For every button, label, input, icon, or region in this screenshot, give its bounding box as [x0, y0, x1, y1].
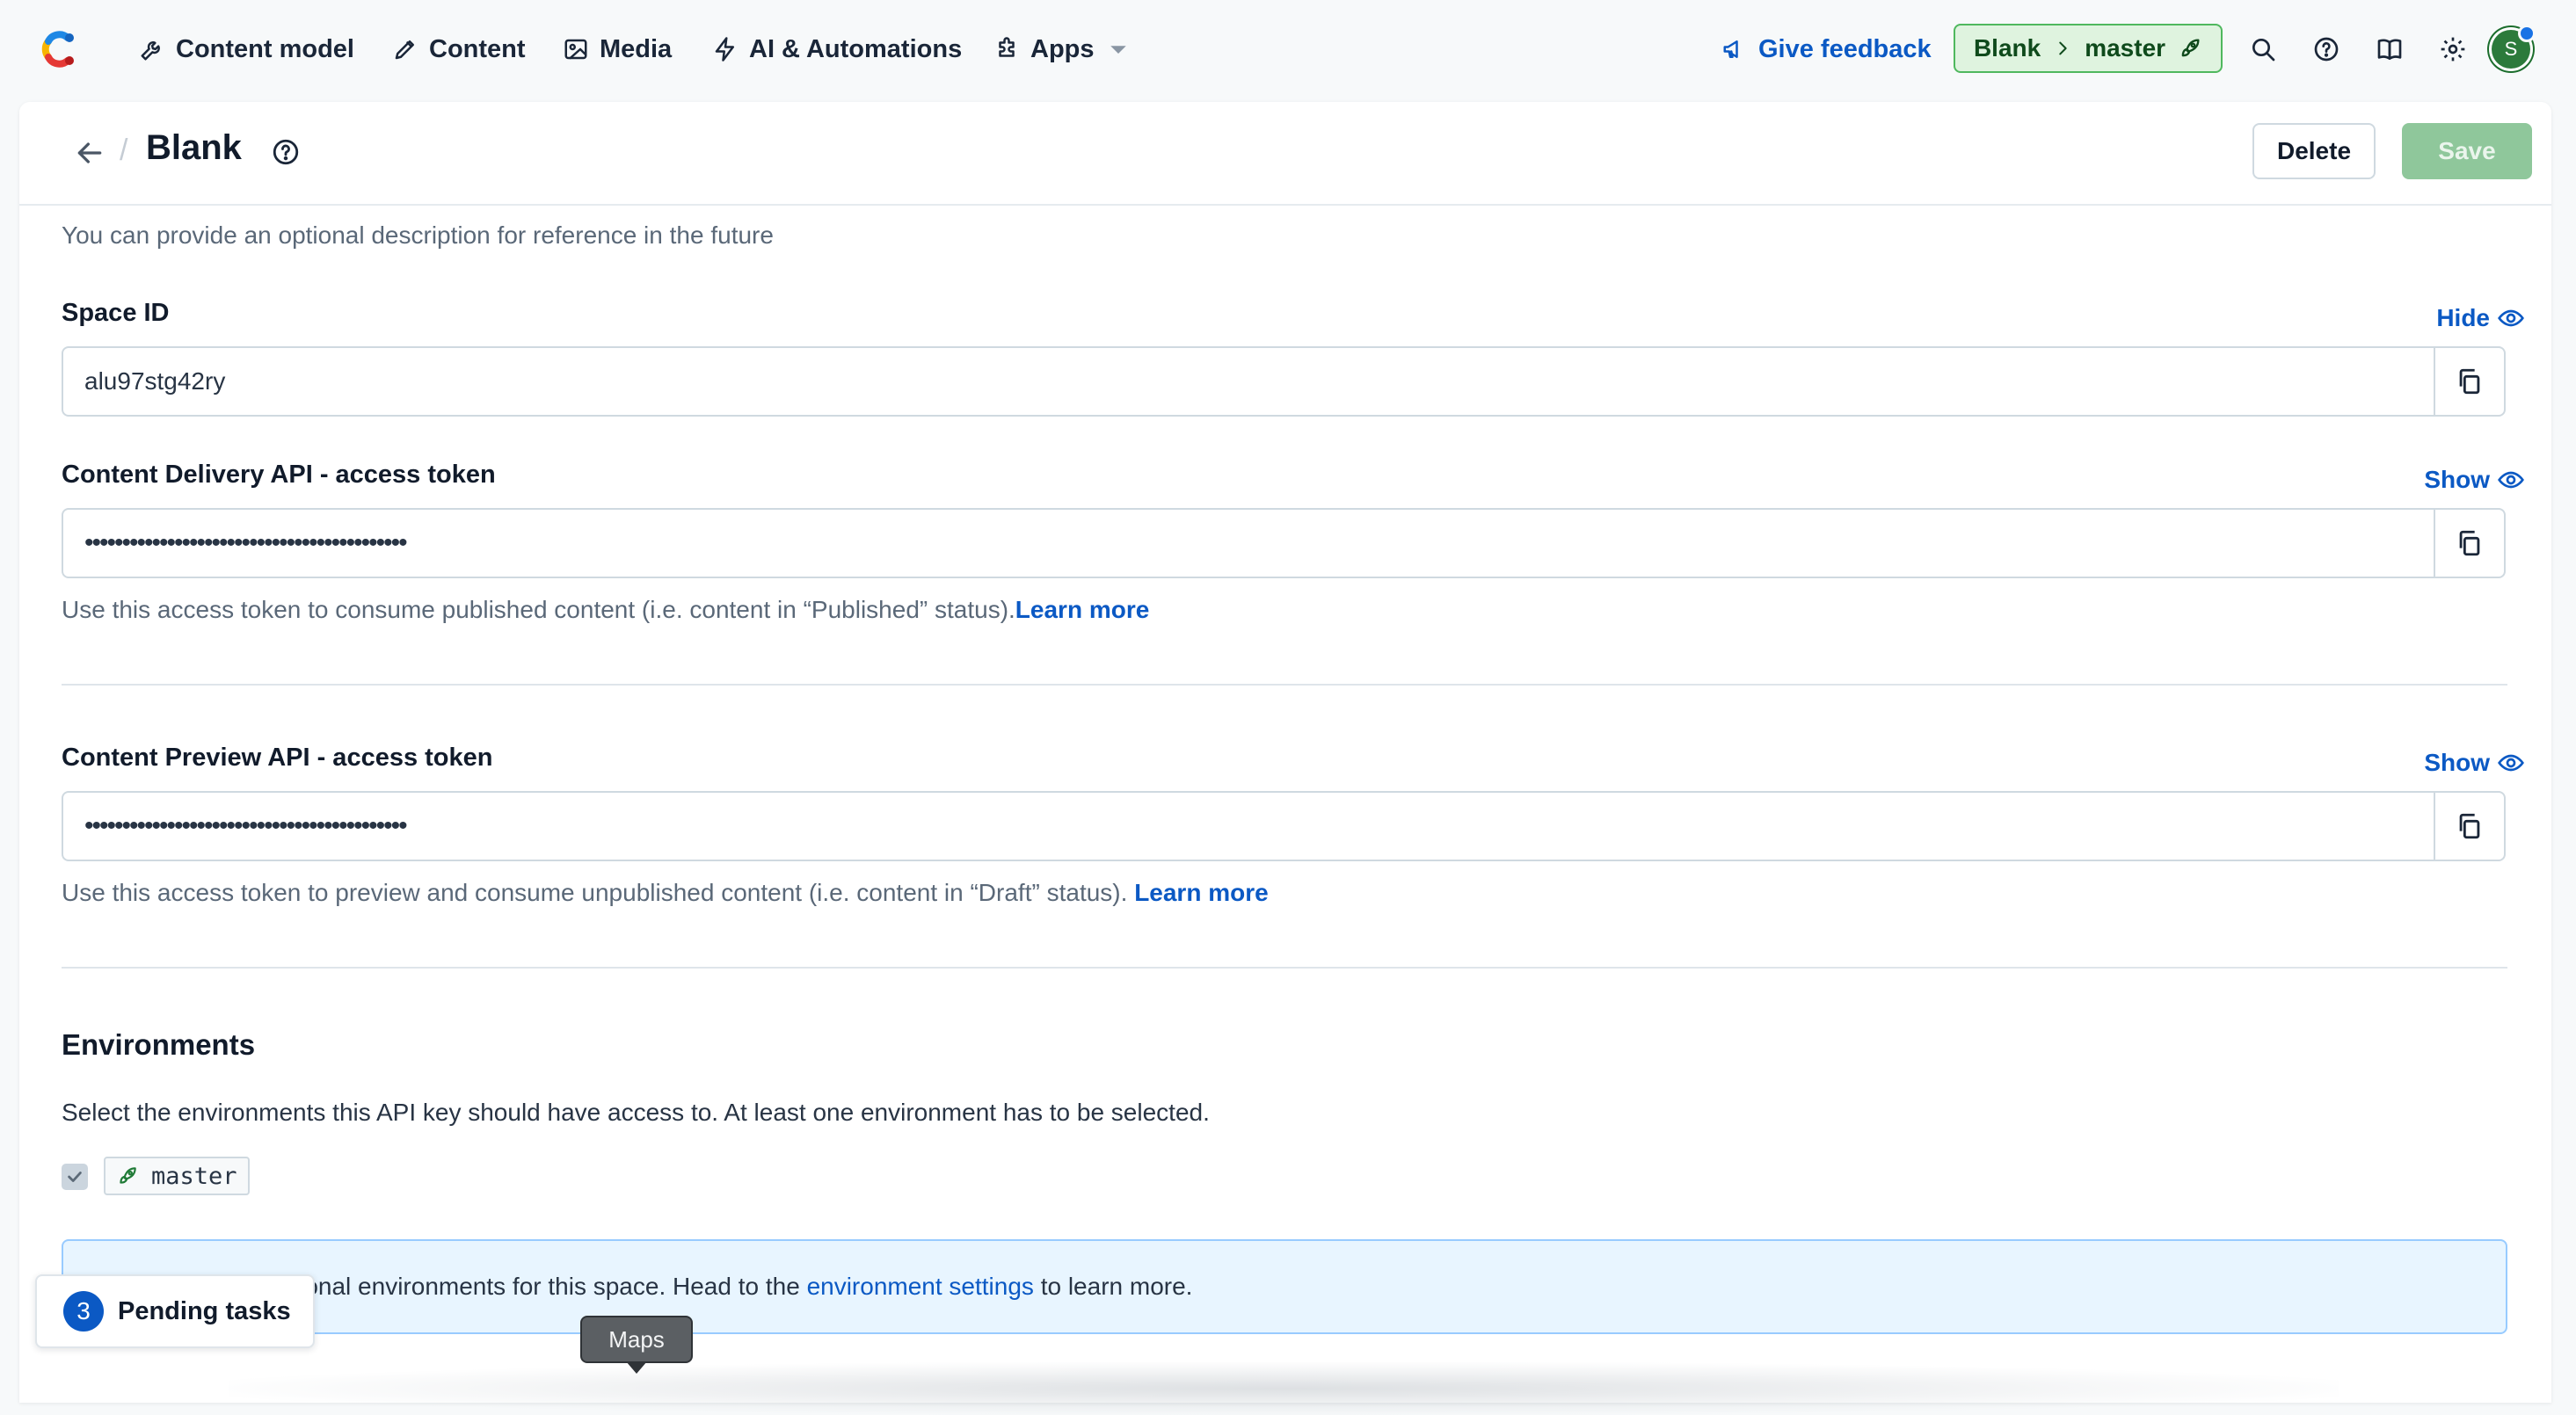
api-key-workbench: / Blank Delete Save You can provide an o…: [19, 102, 2551, 1403]
breadcrumb-separator: /: [120, 134, 128, 167]
help-text: Use this access token to preview and con…: [62, 879, 1128, 906]
help-circle-icon[interactable]: [271, 137, 301, 167]
rocket-icon: [2178, 36, 2202, 61]
space-id-input[interactable]: alu97stg42ry: [63, 348, 2434, 415]
pending-tasks-button[interactable]: 3 Pending tasks: [35, 1274, 315, 1348]
eye-icon: [2497, 749, 2525, 777]
nav-content[interactable]: Content: [392, 28, 526, 70]
environment-tag: master: [104, 1157, 250, 1195]
book-icon[interactable]: [2372, 32, 2407, 67]
contentful-logo-icon[interactable]: [35, 26, 81, 72]
space-id-label: Space ID: [62, 299, 170, 327]
show-delivery-token-toggle[interactable]: Show: [2424, 466, 2525, 494]
top-navigation: Content model Content Media AI & Automat…: [0, 0, 2576, 98]
copy-icon[interactable]: [2434, 510, 2504, 577]
delivery-token-label: Content Delivery API - access token: [62, 461, 496, 489]
lightning-icon: [712, 36, 739, 62]
toggle-label: Show: [2424, 749, 2490, 776]
delivery-token-help: Use this access token to consume publish…: [62, 596, 1149, 624]
avatar[interactable]: S: [2492, 25, 2536, 69]
eye-icon: [2497, 304, 2525, 332]
search-icon[interactable]: [2245, 32, 2281, 67]
help-icon[interactable]: [2309, 32, 2344, 67]
feedback-label: Give feedback: [1758, 34, 1932, 63]
nav-content-model[interactable]: Content model: [139, 28, 354, 70]
chevron-down-icon: [1105, 36, 1132, 62]
divider: [62, 684, 2507, 686]
avatar-initial: S: [2504, 38, 2518, 60]
rocket-icon: [116, 1165, 139, 1187]
chevron-right-icon: [2053, 39, 2072, 58]
megaphone-icon: [1721, 36, 1748, 62]
nav-label: Media: [600, 34, 673, 63]
pen-icon: [392, 36, 418, 62]
preview-token-field: ••••••••••••••••••••••••••••••••••••••••…: [62, 791, 2506, 861]
hide-space-id-toggle[interactable]: Hide: [2436, 304, 2525, 332]
page-title: Blank: [146, 128, 242, 167]
image-icon: [563, 36, 589, 62]
delivery-token-field: ••••••••••••••••••••••••••••••••••••••••…: [62, 508, 2506, 578]
maps-tooltip: Maps: [580, 1316, 693, 1363]
give-feedback-link[interactable]: Give feedback: [1721, 28, 1932, 70]
nav-label: AI & Automations: [749, 34, 963, 63]
wrench-icon: [139, 36, 165, 62]
pending-tasks-label: Pending tasks: [118, 1296, 291, 1325]
delivery-token-input[interactable]: ••••••••••••••••••••••••••••••••••••••••…: [63, 510, 2434, 577]
environment-settings-link[interactable]: environment settings: [807, 1273, 1034, 1300]
space-id-field: alu97stg42ry: [62, 346, 2506, 417]
learn-more-link[interactable]: Learn more: [1015, 596, 1150, 623]
environment-name: master: [2085, 34, 2166, 62]
copy-icon[interactable]: [2434, 348, 2504, 415]
space-environment-switcher[interactable]: Blank master: [1954, 24, 2223, 73]
pending-count-badge: 3: [63, 1291, 104, 1332]
environment-tag-label: master: [151, 1162, 237, 1190]
nav-media[interactable]: Media: [563, 28, 672, 70]
toggle-label: Show: [2424, 466, 2490, 493]
description-help-text: You can provide an optional description …: [62, 221, 774, 249]
nav-label: Apps: [1030, 34, 1095, 63]
space-name: Blank: [1973, 34, 2041, 62]
note-suffix: to learn more.: [1033, 1273, 1193, 1300]
puzzle-icon: [993, 36, 1020, 62]
eye-icon: [2497, 466, 2525, 494]
dock-shadow: [229, 1362, 2339, 1415]
preview-token-input[interactable]: ••••••••••••••••••••••••••••••••••••••••…: [63, 793, 2434, 860]
workbench-header: / Blank Delete Save: [19, 102, 2551, 206]
show-preview-token-toggle[interactable]: Show: [2424, 749, 2525, 777]
nav-apps[interactable]: Apps: [993, 28, 1132, 70]
nav-ai-automations[interactable]: AI & Automations: [712, 28, 962, 70]
nav-label: Content: [429, 34, 526, 63]
environment-checkbox[interactable]: [62, 1164, 88, 1190]
help-text: Use this access token to consume publish…: [62, 596, 1015, 623]
back-arrow-icon[interactable]: [72, 135, 107, 171]
notification-dot: [2518, 25, 2536, 42]
nav-label: Content model: [176, 34, 354, 63]
preview-token-help: Use this access token to preview and con…: [62, 879, 1269, 907]
save-button[interactable]: Save: [2402, 123, 2532, 179]
environments-description: Select the environments this API key sho…: [62, 1099, 1210, 1126]
preview-token-label: Content Preview API - access token: [62, 744, 493, 772]
copy-icon[interactable]: [2434, 793, 2504, 860]
learn-more-link[interactable]: Learn more: [1134, 879, 1269, 906]
divider: [62, 967, 2507, 969]
toggle-label: Hide: [2436, 304, 2490, 331]
environments-info-note: t up any additional environments for thi…: [62, 1239, 2507, 1334]
gear-icon[interactable]: [2435, 32, 2470, 67]
tooltip-arrow: [626, 1361, 647, 1374]
delete-button[interactable]: Delete: [2252, 123, 2376, 179]
environments-heading: Environments: [62, 1028, 256, 1061]
